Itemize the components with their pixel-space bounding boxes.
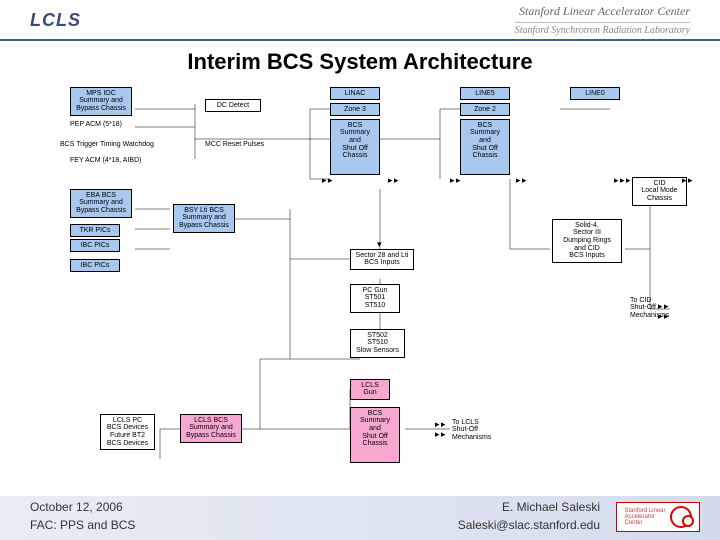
box-zone3: Zone 3 — [330, 103, 380, 117]
box-lcls-gun: LCLSGun — [350, 379, 390, 400]
label-to-lcls: To LCLSShut-OffMechanisms — [452, 419, 507, 442]
slac-ring-icon — [670, 506, 692, 528]
arrow-icon: ▸ — [435, 429, 440, 440]
label-bcs-trigger: BCS Trigger Timing Watchdog — [60, 141, 154, 149]
box-dc-detect: DC Detect — [205, 99, 261, 113]
box-mps-ioc: MPS IOCSummary andBypass Chassis — [70, 87, 132, 116]
box-zone2: Zone 2 — [460, 103, 510, 117]
box-lcls-pc: LCLS PCBCS DevicesFuture BT2BCS Devices — [100, 414, 155, 451]
box-sector28: Sector 28 and LtiBCS Inputs — [350, 249, 414, 270]
arrow-icon: ▸ — [664, 311, 669, 322]
logo: LCLS — [30, 10, 81, 31]
footer-author: E. Michael Saleski — [502, 500, 600, 514]
label-mcc-reset: MCC Reset Pulses — [205, 141, 264, 149]
box-tkr-pics: TKR PICs — [70, 224, 120, 238]
org-line1: Stanford Linear Accelerator Center — [515, 4, 690, 20]
arrow-icon: ▸ — [456, 175, 461, 186]
box-bcs-shutoff-1: BCSSummaryandShut OffChassis — [330, 119, 380, 175]
slide-title: Interim BCS System Architecture — [0, 41, 720, 79]
box-bsy-bcs: BSY Lti BCSSummary andBypass Chassis — [173, 204, 235, 233]
arrow-icon: ▸ — [658, 311, 663, 322]
arrow-icon: ▸ — [614, 175, 619, 186]
arrow-icon: ▸ — [322, 175, 327, 186]
arrow-icon: ▸ — [441, 429, 446, 440]
arrow-icon: ▸ — [682, 175, 687, 186]
box-cid-local: CIDLocal ModeChassis — [632, 177, 687, 206]
header-right: Stanford Linear Accelerator Center Stanf… — [515, 4, 690, 37]
diagram-area: MPS IOCSummary andBypass Chassis PEP ACM… — [10, 79, 710, 479]
box-solid4: Solid-4,Sector IIIDumping Ringsand CIDBC… — [552, 219, 622, 263]
footer-logo-text: Stanford LinearAcceleratorCenter — [624, 508, 665, 526]
footer-email: Saleski@slac.stanford.edu — [458, 518, 600, 532]
box-bcs-shutoff-2: BCSSummaryandShut OffChassis — [460, 119, 510, 175]
box-linac: LINAC — [330, 87, 380, 101]
arrow-icon: ▸ — [328, 175, 333, 186]
arrow-icon: ▸ — [516, 175, 521, 186]
arrow-icon: ▸ — [450, 175, 455, 186]
arrow-icon: ▸ — [522, 175, 527, 186]
box-line5: LINE5 — [460, 87, 510, 101]
arrow-icon: ▸ — [388, 175, 393, 186]
arrow-icon: ▸ — [688, 175, 693, 186]
box-lcls-bcs: LCLS BCSSummary andBypass Chassis — [180, 414, 242, 443]
arrow-icon: ▸ — [620, 175, 625, 186]
arrow-down-icon: ▾ — [377, 239, 382, 250]
box-st502: ST502ST510Slow Sensors — [350, 329, 405, 358]
footer-fac: FAC: PPS and BCS — [30, 518, 135, 532]
label-pep-acm: PEP ACM (5*18) — [70, 121, 122, 129]
box-pc-gun: PC GunST501ST510 — [350, 284, 400, 313]
arrow-icon: ▸ — [394, 175, 399, 186]
box-bcs-sum-pink: BCSSummaryandShut OffChassis — [350, 407, 400, 463]
footer-date: October 12, 2006 — [30, 500, 123, 514]
label-fey-acm: FEY ACM (4*18, AIBD) — [70, 157, 141, 165]
footer-logo: Stanford LinearAcceleratorCenter — [616, 502, 700, 532]
header: LCLS Stanford Linear Accelerator Center … — [0, 0, 720, 41]
box-eba-bcs: EBA BCSSummary andBypass Chassis — [70, 189, 132, 218]
arrow-icon: ▸ — [626, 175, 631, 186]
org-line2: Stanford Synchrotron Radiation Laborator… — [515, 22, 690, 37]
box-line0: LINE0 — [570, 87, 620, 101]
box-ibc-pics: IBC PICs — [70, 239, 120, 253]
footer: October 12, 2006 FAC: PPS and BCS E. Mic… — [0, 496, 720, 540]
box-ibc-pics2: IBC PICs — [70, 259, 120, 273]
